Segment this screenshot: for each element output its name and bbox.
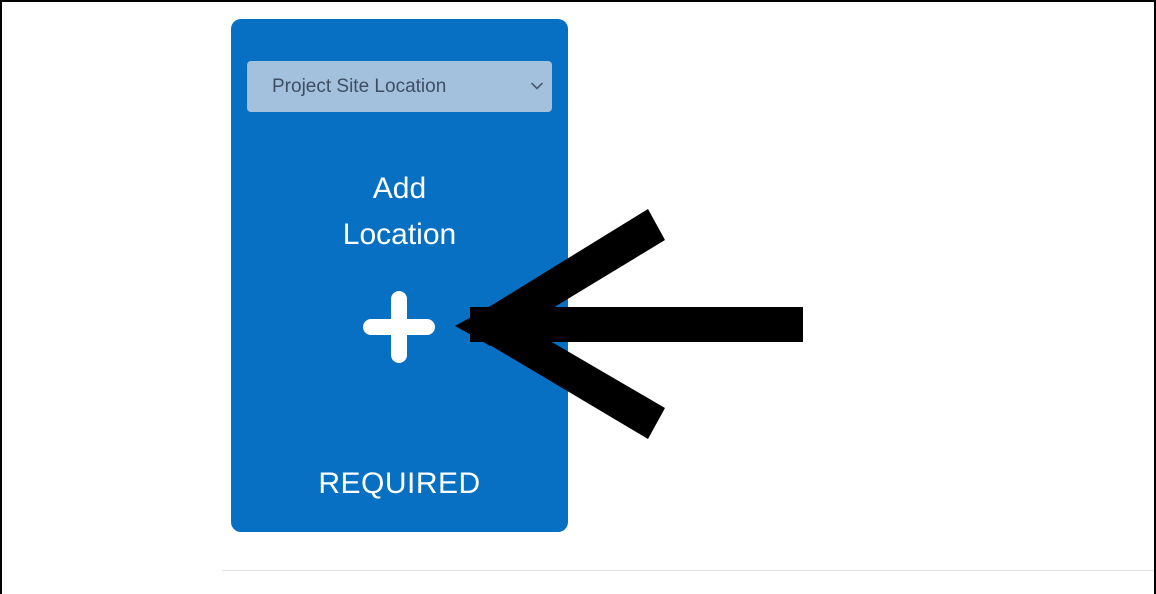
plus-icon xyxy=(363,291,435,363)
location-type-select[interactable]: Project Site Location xyxy=(247,61,552,112)
required-label: REQUIRED xyxy=(318,467,481,500)
chevron-down-icon xyxy=(531,82,543,90)
section-divider xyxy=(222,570,1154,571)
add-location-button[interactable] xyxy=(361,289,437,365)
location-type-select-value: Project Site Location xyxy=(272,75,447,97)
arrow-left-icon xyxy=(455,209,803,439)
